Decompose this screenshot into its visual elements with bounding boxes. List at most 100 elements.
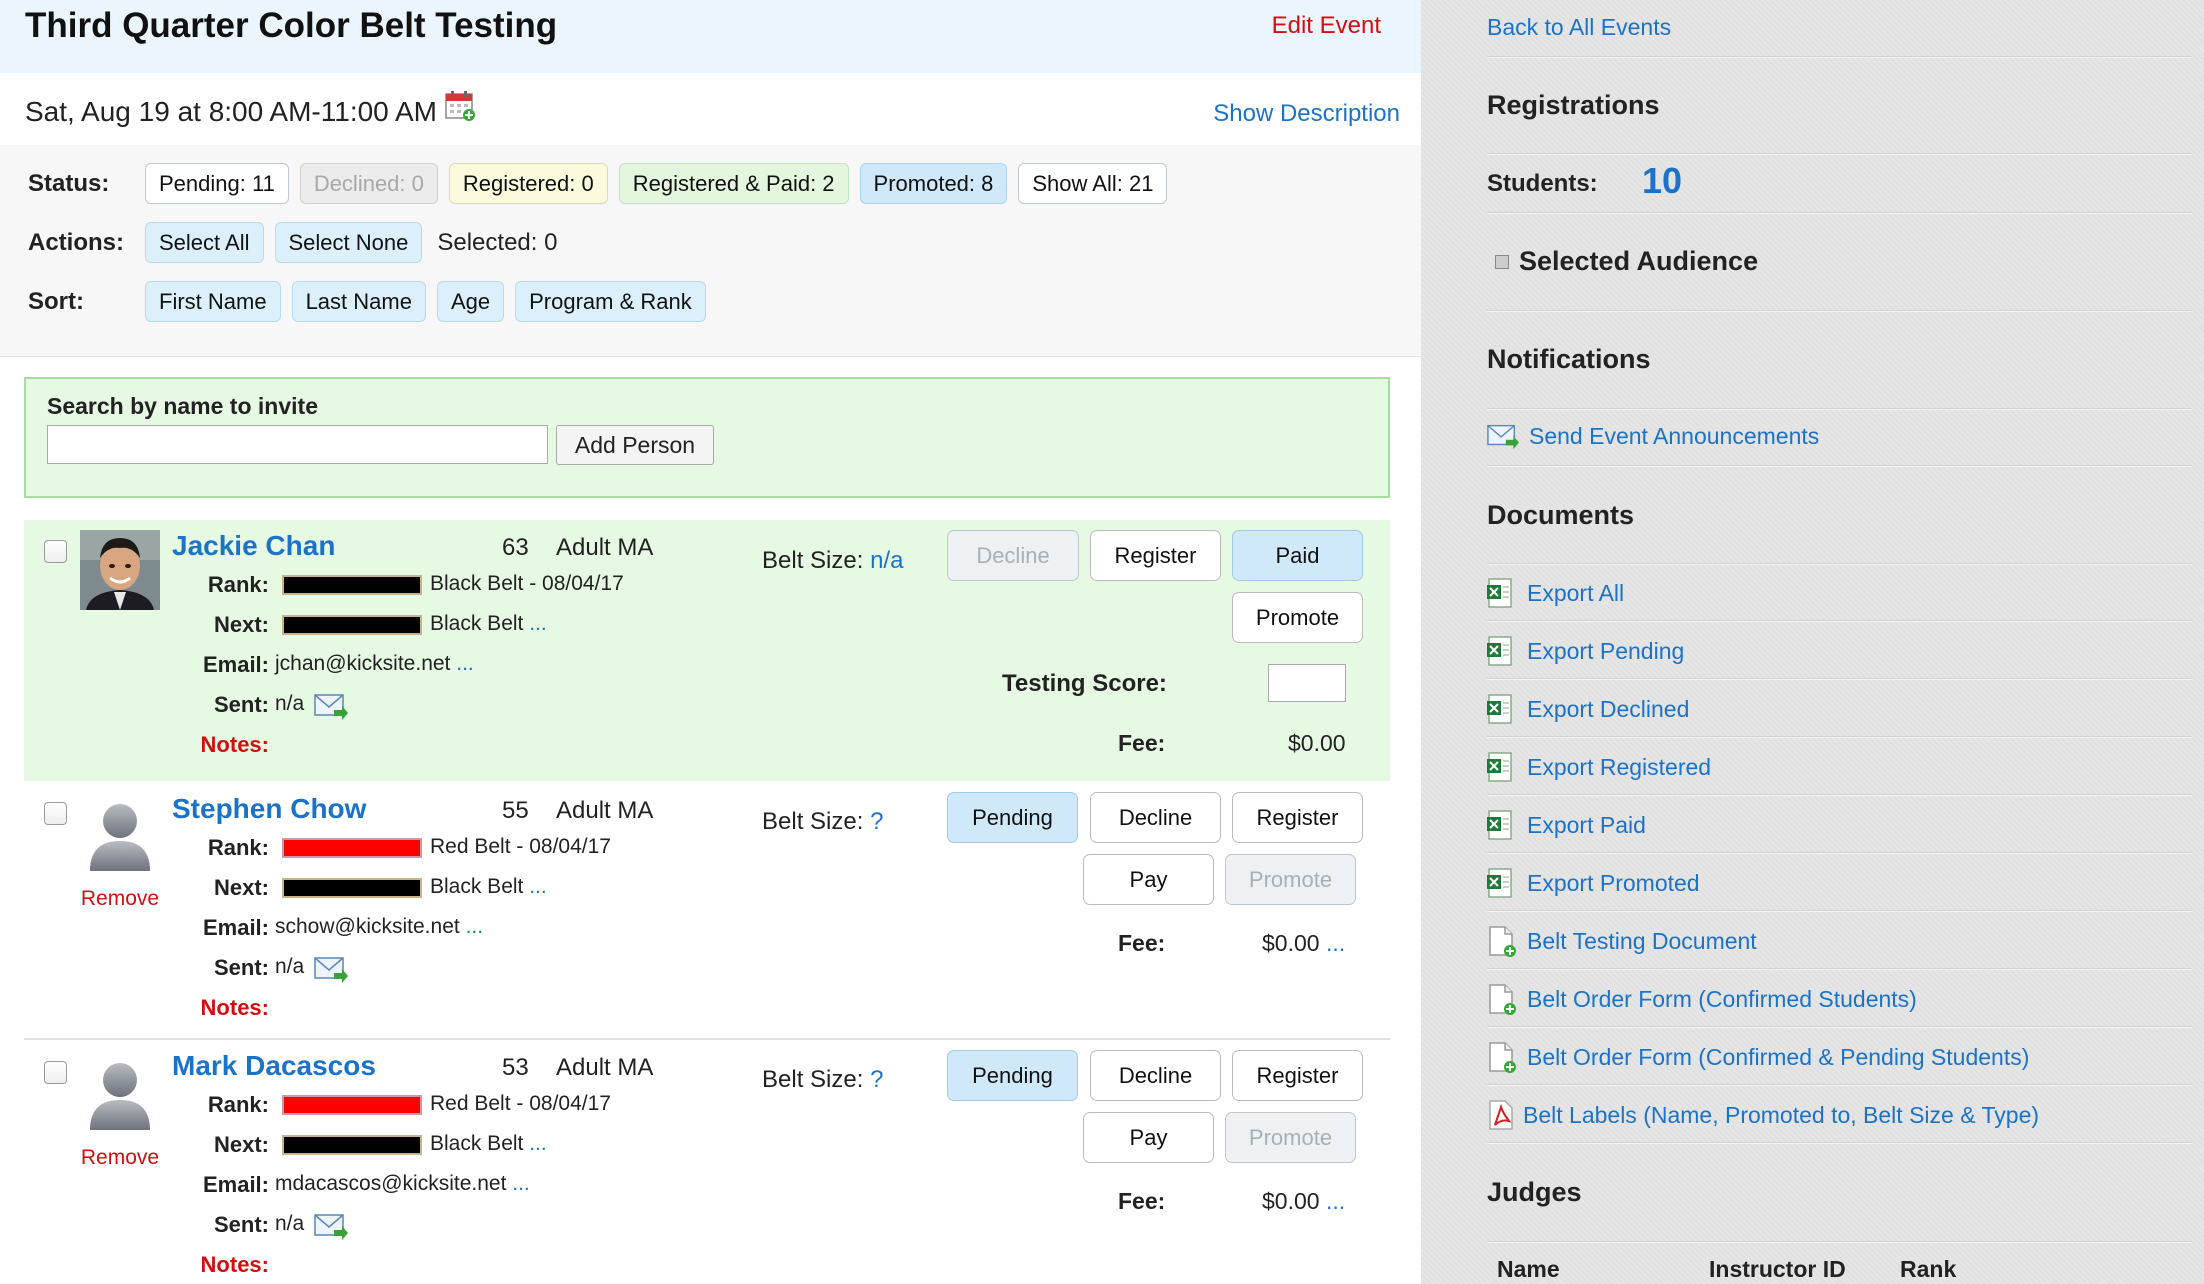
- add-person-button[interactable]: Add Person: [556, 425, 714, 465]
- sort-label: Sort:: [28, 287, 84, 315]
- current-belt-swatch: [282, 838, 422, 858]
- judges-column-rank[interactable]: Rank: [1900, 1256, 1956, 1283]
- select-all-button[interactable]: Select All: [145, 222, 264, 263]
- fee-more-link[interactable]: ...: [1326, 1188, 1345, 1214]
- student-email: schow@kicksite.net ...: [275, 915, 484, 938]
- email-more-link[interactable]: ...: [512, 1172, 530, 1195]
- promote-button[interactable]: Promote: [1225, 1112, 1356, 1163]
- export-promoted-link[interactable]: Export Promoted: [1487, 867, 1700, 899]
- email-more-link[interactable]: ...: [466, 915, 484, 938]
- rank-label: Rank:: [207, 1092, 269, 1117]
- pay-button[interactable]: Pay: [1083, 854, 1214, 905]
- next-belt-swatch: [282, 615, 422, 635]
- belt-order-form-confirmed-pending-label: Belt Order Form (Confirmed & Pending Stu…: [1527, 1043, 2030, 1070]
- belt-size-link[interactable]: ?: [870, 1066, 883, 1093]
- judges-column-name[interactable]: Name: [1497, 1256, 1560, 1283]
- export-paid-label: Export Paid: [1527, 811, 1646, 838]
- students-count[interactable]: 10: [1642, 160, 1682, 202]
- select-none-button[interactable]: Select None: [274, 222, 423, 263]
- mail-send-icon[interactable]: [314, 692, 348, 720]
- registrations-heading: Registrations: [1487, 90, 1660, 120]
- belt-order-form-confirmed-pending-link[interactable]: Belt Order Form (Confirmed & Pending Stu…: [1487, 1041, 2029, 1073]
- status-row: Status: Pending: 11 Declined: 0 Register…: [28, 163, 1178, 204]
- pending-button[interactable]: Pending: [947, 1050, 1078, 1101]
- export-paid-link[interactable]: Export Paid: [1487, 809, 1646, 841]
- calendar-add-icon[interactable]: [445, 90, 477, 122]
- next-rank-more-link[interactable]: ...: [529, 612, 547, 635]
- paid-button[interactable]: Paid: [1232, 530, 1363, 581]
- divider: [1487, 910, 2192, 912]
- sent-label: Sent:: [214, 955, 269, 980]
- selected-count: Selected: 0: [437, 228, 558, 256]
- search-input[interactable]: [47, 425, 548, 464]
- belt-labels-link[interactable]: Belt Labels (Name, Promoted to, Belt Siz…: [1487, 1099, 2039, 1131]
- export-registered-link[interactable]: Export Registered: [1487, 751, 1711, 783]
- pending-button[interactable]: Pending: [947, 792, 1078, 843]
- next-rank-more-link[interactable]: ...: [529, 875, 547, 898]
- sort-program-rank-button[interactable]: Program & Rank: [515, 281, 706, 322]
- status-chip-registered-paid[interactable]: Registered & Paid: 2: [618, 163, 849, 204]
- register-button[interactable]: Register: [1232, 792, 1363, 843]
- belt-order-form-confirmed-link[interactable]: Belt Order Form (Confirmed Students): [1487, 983, 1917, 1015]
- sort-age-button[interactable]: Age: [436, 281, 505, 322]
- notes-label: Notes:: [200, 1252, 269, 1277]
- belt-size: Belt Size: ?: [762, 808, 884, 835]
- edit-event-link[interactable]: Edit Event: [1272, 12, 1381, 40]
- status-chip-show-all[interactable]: Show All: 21: [1018, 163, 1168, 204]
- register-button[interactable]: Register: [1232, 1050, 1363, 1101]
- register-button[interactable]: Register: [1090, 530, 1221, 581]
- email-label: Email:: [202, 915, 269, 940]
- export-registered-label: Export Registered: [1527, 753, 1712, 780]
- student-checkbox[interactable]: [44, 540, 67, 563]
- belt-size-link[interactable]: ?: [870, 808, 883, 835]
- student-card: Jackie Chan 63 Adult MA Rank: Black Belt…: [24, 520, 1390, 781]
- belt-testing-document-link[interactable]: Belt Testing Document: [1487, 925, 1757, 957]
- student-name-link[interactable]: Stephen Chow: [172, 793, 366, 825]
- student-card: Remove Stephen Chow 55 Adult MA Rank: Re…: [24, 781, 1390, 1040]
- export-all-link[interactable]: Export All: [1487, 577, 1624, 609]
- export-declined-link[interactable]: Export Declined: [1487, 693, 1689, 725]
- email-more-link[interactable]: ...: [456, 652, 474, 675]
- export-all-label: Export All: [1527, 579, 1625, 606]
- expand-toggle-icon[interactable]: [1495, 254, 1509, 269]
- status-chip-declined[interactable]: Declined: 0: [299, 163, 438, 204]
- student-checkbox[interactable]: [44, 802, 67, 825]
- judges-column-instructor-id[interactable]: Instructor ID: [1709, 1256, 1846, 1283]
- promote-button[interactable]: Promote: [1232, 592, 1363, 643]
- show-description-link[interactable]: Show Description: [1213, 100, 1400, 128]
- current-belt-swatch: [282, 575, 422, 595]
- decline-button[interactable]: Decline: [947, 530, 1079, 581]
- student-checkbox[interactable]: [44, 1061, 67, 1084]
- sort-last-name-button[interactable]: Last Name: [291, 281, 426, 322]
- fee-value: $0.00 ...: [1262, 930, 1346, 956]
- belt-testing-document-label: Belt Testing Document: [1527, 927, 1757, 954]
- mail-send-icon[interactable]: [314, 955, 348, 983]
- status-chip-registered[interactable]: Registered: 0: [448, 163, 608, 204]
- export-pending-link[interactable]: Export Pending: [1487, 635, 1684, 667]
- back-to-all-events-link[interactable]: Back to All Events: [1487, 14, 1671, 41]
- sort-first-name-button[interactable]: First Name: [145, 281, 281, 322]
- student-name-link[interactable]: Mark Dacascos: [172, 1050, 376, 1082]
- decline-button[interactable]: Decline: [1090, 1050, 1221, 1101]
- judges-heading: Judges: [1487, 1177, 1582, 1207]
- belt-size-link[interactable]: n/a: [870, 547, 903, 574]
- decline-button[interactable]: Decline: [1090, 792, 1221, 843]
- testing-score-label: Testing Score:: [1002, 670, 1167, 697]
- mail-send-icon[interactable]: [314, 1212, 348, 1240]
- student-name-link[interactable]: Jackie Chan: [172, 530, 335, 562]
- divider: [1487, 736, 2192, 738]
- send-announcements-link[interactable]: Send Event Announcements: [1487, 422, 1819, 450]
- divider: [1487, 1026, 2192, 1028]
- testing-score-input[interactable]: [1268, 664, 1346, 702]
- next-rank: Black Belt ...: [430, 875, 547, 898]
- pay-button[interactable]: Pay: [1083, 1112, 1214, 1163]
- next-label: Next:: [213, 612, 269, 637]
- promote-button[interactable]: Promote: [1225, 854, 1356, 905]
- divider: [1487, 153, 2192, 155]
- status-chip-pending[interactable]: Pending: 11: [145, 163, 289, 204]
- fee-more-link[interactable]: ...: [1326, 930, 1345, 956]
- status-chip-promoted[interactable]: Promoted: 8: [859, 163, 1008, 204]
- next-rank-more-link[interactable]: ...: [529, 1132, 547, 1155]
- next-rank: Black Belt ...: [430, 612, 547, 635]
- selected-audience-toggle[interactable]: Selected Audience: [1495, 246, 1758, 277]
